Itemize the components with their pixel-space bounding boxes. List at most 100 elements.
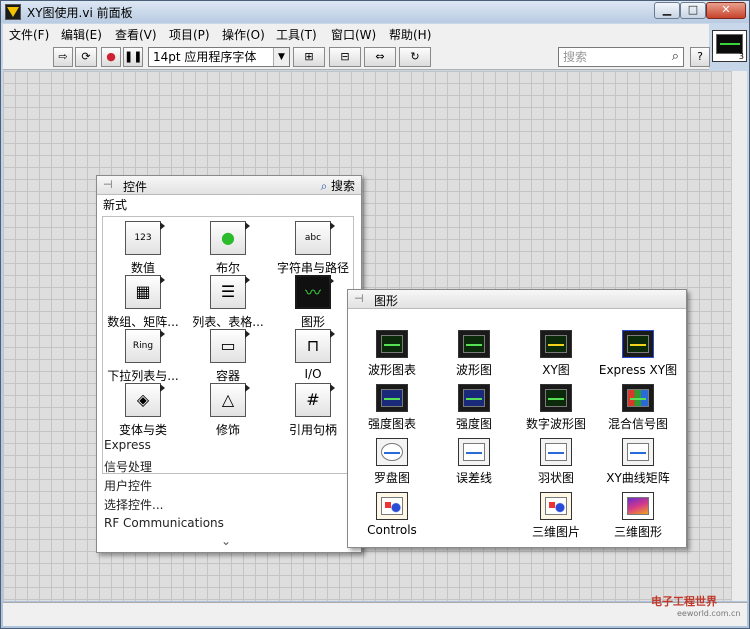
graph-item-label: 数字波形图 — [525, 417, 586, 431]
category-user-controls[interactable]: 用户控件 — [104, 477, 152, 494]
toolbar: ⇨ ⟳ ● ❚❚ 14pt 应用程序字体 ▼ ⊞ ⊟ ⇔ ↻ 搜索 ⌕ ? — [3, 44, 710, 70]
menu-project[interactable]: 项目(P) — [169, 26, 210, 43]
graph-item-digital-waveform[interactable]: 数字波形图 — [516, 384, 596, 432]
string-path-icon: abc — [295, 221, 335, 255]
graph-item-3d-picture[interactable]: 三维图片 — [516, 492, 596, 540]
3d-picture-icon — [540, 492, 572, 520]
palette-item-containers[interactable]: ▭ 容器 — [188, 329, 268, 384]
maximize-button[interactable]: □ — [680, 2, 706, 19]
palette-item-numeric[interactable]: 123 数值 — [103, 221, 183, 276]
resize-objects-button[interactable]: ⇔ — [364, 47, 396, 67]
graph-item-mixed-signal[interactable]: 混合信号图 — [598, 384, 678, 432]
pause-button[interactable]: ❚❚ — [123, 47, 143, 67]
pin-icon[interactable]: ⊣ — [103, 179, 115, 191]
palette-item-label: I/O — [304, 367, 322, 381]
controls-palette: ⊣ 控件 ⌕ 搜索 新式 123 数值 ● 布尔 abc 字符串与路径 ▦ 数组… — [96, 175, 362, 553]
palette-search-label: 搜索 — [330, 179, 355, 193]
graph-item-label: 罗盘图 — [373, 471, 410, 485]
menu-view[interactable]: 查看(V) — [115, 26, 157, 43]
reorder-button[interactable]: ↻ — [399, 47, 431, 67]
menu-operate[interactable]: 操作(O) — [222, 26, 265, 43]
refnum-icon: # — [295, 383, 335, 417]
category-express[interactable]: Express — [104, 438, 151, 452]
font-select[interactable]: 14pt 应用程序字体 ▼ — [148, 47, 290, 67]
watermark-url: eeworld.com.cn — [677, 609, 741, 618]
graph-palette-header[interactable]: ⊣ 图形 — [348, 290, 686, 309]
palette-item-list-table[interactable]: ☰ 列表、表格... — [188, 275, 268, 330]
graph-item-xy-graph[interactable]: XY图 — [516, 330, 596, 378]
palette-item-label: 布尔 — [215, 261, 240, 275]
minimize-button[interactable]: ▁ — [654, 2, 680, 19]
graph-item-intensity-graph[interactable]: 强度图 — [434, 384, 514, 432]
menu-file[interactable]: 文件(F) — [9, 26, 49, 43]
search-input[interactable]: 搜索 ⌕ — [558, 47, 684, 67]
graph-item-label: 波形图 — [455, 363, 492, 377]
graph-item-label: 三维图形 — [613, 525, 662, 539]
controls-palette-header[interactable]: ⊣ 控件 ⌕ 搜索 — [97, 176, 361, 195]
pin-icon[interactable]: ⊣ — [354, 293, 366, 305]
menu-tools[interactable]: 工具(T) — [276, 26, 317, 43]
vertical-scrollbar[interactable] — [731, 71, 747, 601]
menu-help[interactable]: 帮助(H) — [389, 26, 431, 43]
graph-item-waveform-graph[interactable]: 波形图 — [434, 330, 514, 378]
category-select-control[interactable]: 选择控件... — [104, 496, 163, 513]
graph-item-3d-graph[interactable]: 三维图形 — [598, 492, 678, 540]
palette-item-graph[interactable]: 〰 图形 — [273, 275, 353, 330]
palette-item-variant-class[interactable]: ◈ 变体与类 — [103, 383, 183, 438]
graph-item-label: 波形图表 — [367, 363, 416, 377]
graph-item-error-bar[interactable]: 误差线 — [434, 438, 514, 486]
variant-class-icon: ◈ — [125, 383, 165, 417]
align-objects-button[interactable]: ⊞ — [293, 47, 325, 67]
palette-item-decorations[interactable]: △ 修饰 — [188, 383, 268, 438]
intensity-graph-icon — [458, 384, 490, 412]
watermark-logo: 电子工程世界 — [651, 595, 717, 608]
container-icon: ▭ — [210, 329, 250, 363]
modern-controls-grid: 123 数值 ● 布尔 abc 字符串与路径 ▦ 数组、矩阵... ☰ 列表、表… — [102, 216, 354, 474]
search-icon: ⌕ — [320, 179, 328, 193]
palette-search-button[interactable]: ⌕ 搜索 — [317, 177, 355, 194]
palette-item-refnum[interactable]: # 引用句柄 — [273, 383, 353, 438]
graph-item-intensity-chart[interactable]: 强度图表 — [352, 384, 432, 432]
run-button[interactable]: ⇨ — [53, 47, 73, 67]
labview-window: XY图使用.vi 前面板 ▁ □ ✕ 文件(F) 编辑(E) 查看(V) 项目(… — [0, 0, 750, 629]
mixed-signal-icon — [622, 384, 654, 412]
distribute-objects-button[interactable]: ⊟ — [329, 47, 361, 67]
section-modern[interactable]: 新式 — [103, 196, 127, 213]
graph-item-xy-matrix[interactable]: XY曲线矩阵 — [598, 438, 678, 486]
category-rf-communications[interactable]: RF Communications — [104, 516, 224, 530]
waveform-chart-icon — [376, 330, 408, 358]
palette-item-string-path[interactable]: abc 字符串与路径 — [273, 221, 353, 276]
menu-bar: 文件(F) 编辑(E) 查看(V) 项目(P) 操作(O) 工具(T) 窗口(W… — [3, 24, 709, 44]
expand-more-icon[interactable]: ⌄ — [221, 534, 231, 548]
palette-item-io[interactable]: ⊓ I/O — [273, 329, 353, 381]
palette-item-label: 下拉列表与... — [107, 369, 179, 383]
palette-item-array-matrix[interactable]: ▦ 数组、矩阵... — [103, 275, 183, 330]
graph-item-express-xy-graph[interactable]: Express XY图 — [598, 330, 678, 378]
graph-item-compass-plot[interactable]: 罗盘图 — [352, 438, 432, 486]
category-signal-processing[interactable]: 信号处理 — [104, 458, 152, 475]
numeric-icon: 123 — [125, 221, 165, 255]
graph-item-feather-plot[interactable]: 羽状图 — [516, 438, 596, 486]
boolean-icon: ● — [210, 221, 250, 255]
palette-item-label: 修饰 — [215, 423, 240, 437]
menu-edit[interactable]: 编辑(E) — [61, 26, 102, 43]
search-icon: ⌕ — [671, 49, 679, 64]
feather-plot-icon — [540, 438, 572, 466]
graph-item-label: Express XY图 — [598, 363, 678, 377]
vi-icon-connector-pane[interactable]: 3 — [712, 30, 747, 62]
palette-item-boolean[interactable]: ● 布尔 — [188, 221, 268, 276]
list-table-icon: ☰ — [210, 275, 250, 309]
graph-item-controls[interactable]: Controls — [352, 492, 432, 537]
abort-button[interactable]: ● — [101, 47, 121, 67]
palette-item-ring-enum[interactable]: Ring 下拉列表与... — [103, 329, 183, 384]
array-matrix-icon: ▦ — [125, 275, 165, 309]
chevron-down-icon: ▼ — [273, 48, 289, 66]
graph-item-waveform-chart[interactable]: 波形图表 — [352, 330, 432, 378]
menu-window[interactable]: 窗口(W) — [331, 26, 376, 43]
window-title: XY图使用.vi 前面板 — [27, 6, 133, 20]
title-bar[interactable]: XY图使用.vi 前面板 ▁ □ ✕ — [1, 1, 749, 23]
run-continuously-button[interactable]: ⟳ — [75, 47, 97, 67]
context-help-button[interactable]: ? — [690, 47, 710, 67]
close-button[interactable]: ✕ — [706, 2, 746, 19]
controls-palette-title: 控件 — [123, 180, 148, 194]
